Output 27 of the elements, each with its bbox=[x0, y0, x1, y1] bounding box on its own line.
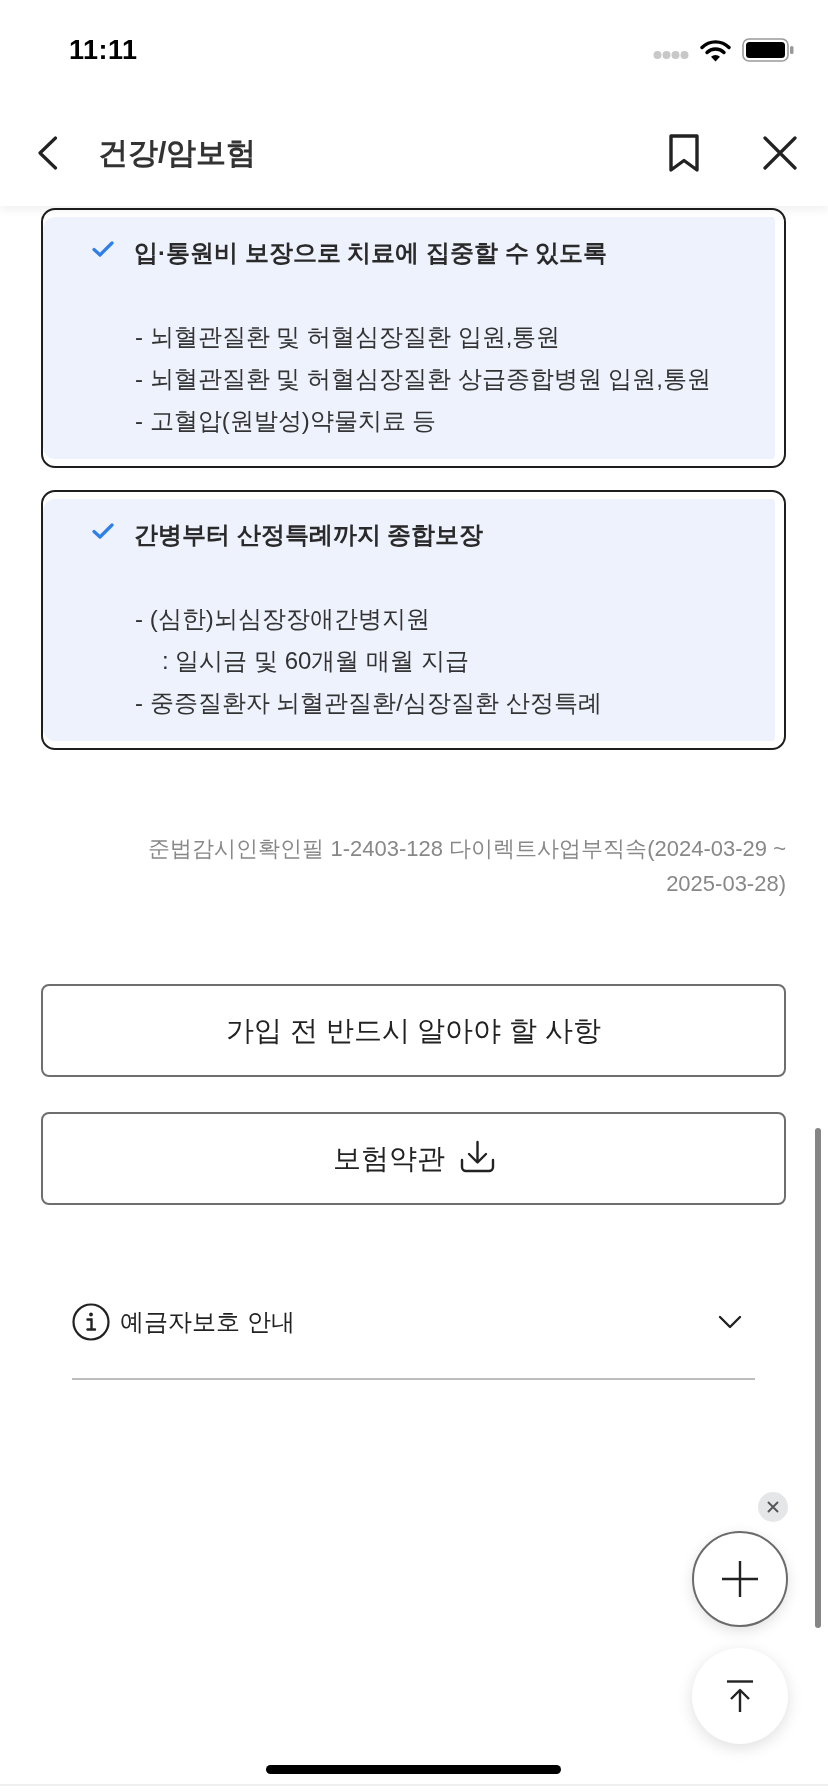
notice-button[interactable]: 가입 전 반드시 알아야 할 사항 bbox=[41, 984, 786, 1077]
card-line: - 고혈압(원발성)약물치료 등 bbox=[135, 406, 438, 436]
plus-icon bbox=[722, 1561, 758, 1597]
card-line: - 중증질환자 뇌혈관질환/심장질환 산정특례 bbox=[135, 688, 603, 718]
card-line: - (심한)뇌심장장애간병지원 bbox=[135, 604, 431, 634]
compliance-notice: 준법감시인확인필 1-2403-128 다이렉트사업부직속(2024-03-29 ~ 2025-03-28) bbox=[147, 835, 786, 898]
download-button[interactable]: 보험약관 bbox=[41, 1112, 786, 1205]
back-icon[interactable] bbox=[37, 136, 58, 170]
wifi-icon bbox=[700, 38, 731, 62]
card-line: - 뇌혈관질환 및 허혈심장질환 입원,통원 bbox=[135, 322, 562, 352]
card-title: 입·통원비 보장으로 치료에 집중할 수 있도록 bbox=[134, 238, 608, 268]
status-time: 11:11 bbox=[69, 34, 138, 66]
close-icon[interactable] bbox=[763, 136, 797, 170]
arrow-to-top-icon bbox=[727, 1680, 753, 1712]
download-icon bbox=[459, 1140, 495, 1173]
bookmark-icon[interactable] bbox=[668, 133, 700, 173]
signal-icon bbox=[653, 50, 689, 60]
battery-icon bbox=[742, 38, 794, 62]
card-line: : 일시금 및 60개월 매월 지급 bbox=[161, 646, 470, 676]
check-icon bbox=[92, 241, 114, 257]
page-title: 건강/암보험 bbox=[98, 135, 257, 171]
info-icon bbox=[72, 1303, 110, 1341]
card-line: - 뇌혈관질환 및 허혈심장질환 상급종합병원 입원,통원 bbox=[135, 364, 712, 394]
card-title: 간병부터 산정특례까지 종합보장 bbox=[134, 520, 484, 550]
close-icon[interactable] bbox=[758, 1492, 788, 1522]
disclosure-toggle[interactable]: 예금자보호 안내 bbox=[72, 1302, 755, 1342]
check-icon bbox=[92, 523, 114, 539]
